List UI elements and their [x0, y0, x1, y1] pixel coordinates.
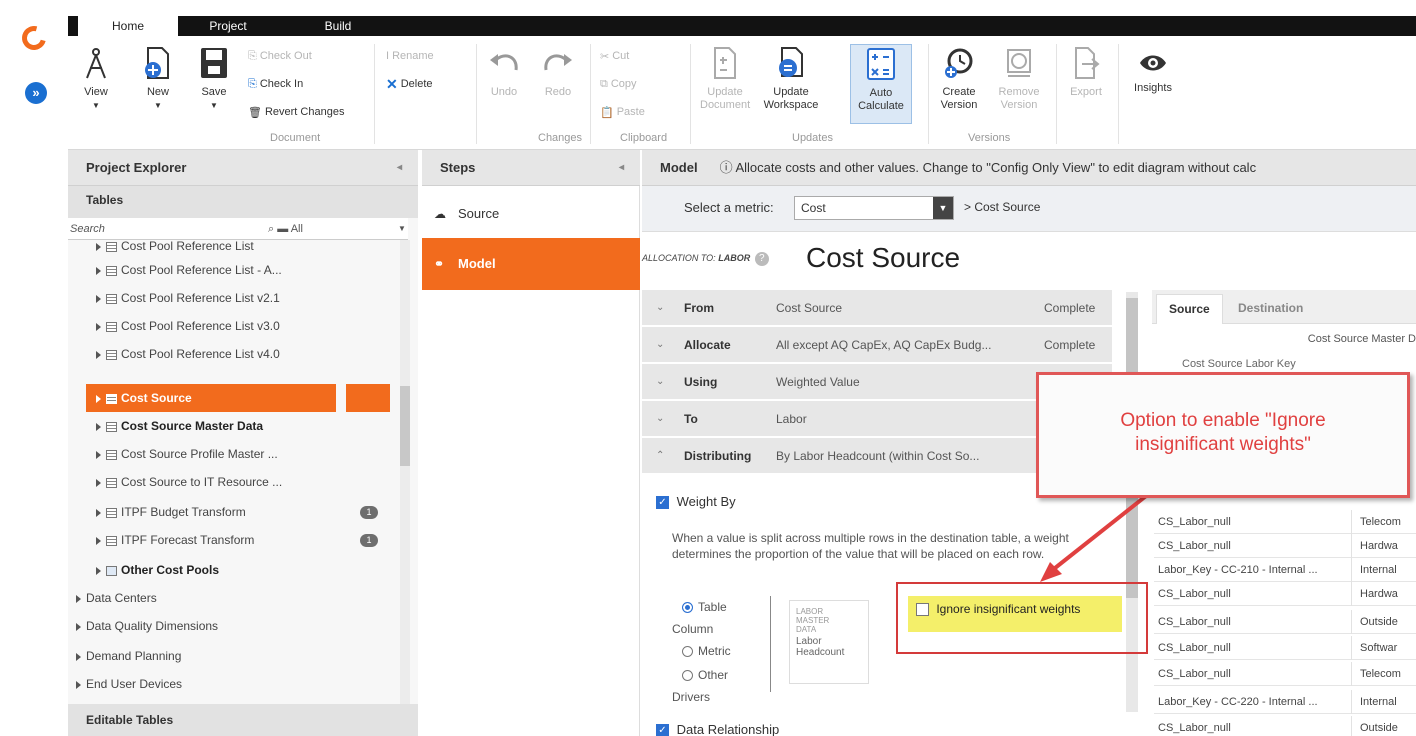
callout-arrow: [1040, 494, 1148, 582]
callout-line-2: insignificant weights": [1135, 434, 1311, 455]
callout-annotation: Option to enable "Ignore insignificant w…: [1036, 372, 1410, 498]
callout-line-1: Option to enable "Ignore: [1120, 410, 1326, 431]
